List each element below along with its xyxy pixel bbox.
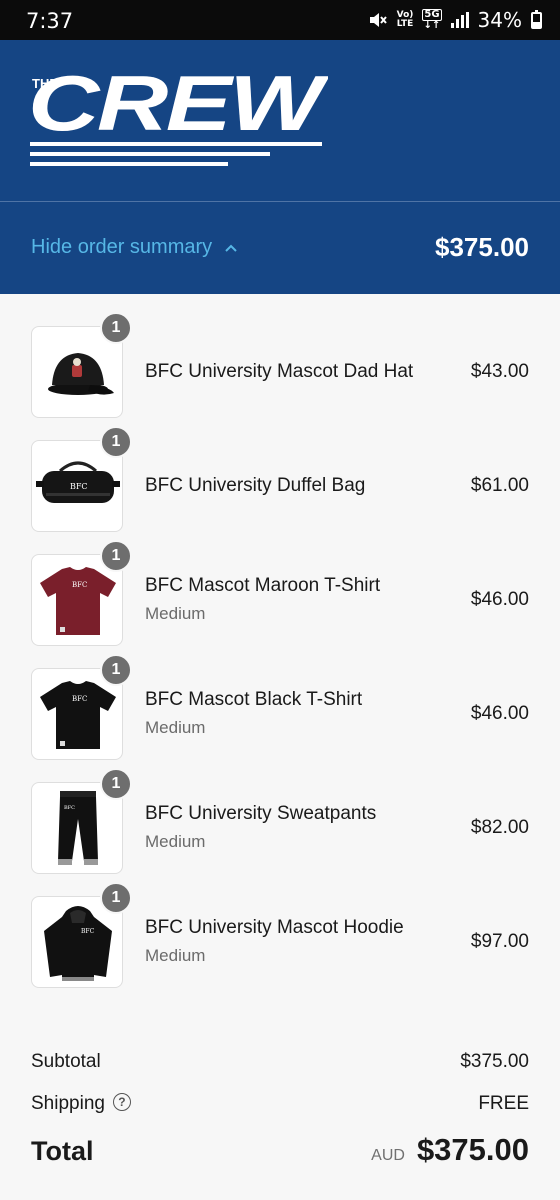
item-variant: Medium	[145, 832, 206, 851]
the-crew-logo[interactable]: THE CREW	[28, 59, 333, 179]
battery-percent: 34%	[477, 8, 522, 32]
total-amount: AUD $375.00	[371, 1132, 529, 1168]
item-price: $97.00	[470, 931, 529, 952]
battery-icon	[531, 9, 542, 29]
currency-code: AUD	[371, 1147, 405, 1164]
quantity-badge: 1	[100, 540, 132, 572]
item-name: BFC University Duffel Bag	[145, 475, 366, 496]
quantity-badge: 1	[100, 882, 132, 914]
line-item: BFC 1 BFC University Duffel Bag $61.00	[31, 426, 529, 534]
chevron-up-icon	[224, 236, 238, 259]
item-name: BFC University Sweatpants	[145, 803, 377, 824]
svg-text:CREW: CREW	[28, 62, 328, 147]
store-header: THE CREW	[0, 40, 560, 202]
order-summary-toggle-bar[interactable]: Hide order summary $375.00	[0, 202, 560, 294]
item-name: BFC University Mascot Hoodie	[145, 917, 404, 938]
line-item: BFC 1 BFC Mascot Black T-Shirt Medium $4…	[31, 654, 529, 762]
item-price: $43.00	[470, 361, 529, 382]
svg-text:BFC: BFC	[81, 928, 95, 935]
hide-order-summary-label: Hide order summary	[31, 236, 213, 258]
svg-text:BFC: BFC	[70, 482, 88, 491]
shipping-row: Shipping? FREE	[31, 1092, 529, 1115]
total-label: Total	[31, 1136, 94, 1166]
5g-icon: 5G ↓↑	[422, 9, 442, 31]
item-price: $46.00	[470, 703, 529, 724]
volte-bottom-text: LTE	[396, 19, 414, 29]
item-variant: Medium	[145, 718, 206, 737]
subtotal-label: Subtotal	[31, 1051, 101, 1072]
grand-total-value: $375.00	[416, 1132, 529, 1167]
mute-icon	[368, 10, 388, 30]
shipping-value: FREE	[478, 1093, 529, 1114]
line-item: BFC 1 BFC Mascot Maroon T-Shirt Medium $…	[31, 540, 529, 648]
svg-text:BFC: BFC	[64, 805, 75, 811]
quantity-badge: 1	[100, 312, 132, 344]
item-variant: Medium	[145, 946, 206, 965]
line-item: 1 BFC University Mascot Dad Hat $43.00	[31, 312, 529, 420]
summary-total-price: $375.00	[435, 232, 529, 262]
item-name: BFC Mascot Black T-Shirt	[145, 689, 363, 710]
item-name: BFC Mascot Maroon T-Shirt	[145, 575, 381, 596]
subtotal-row: Subtotal $375.00	[31, 1051, 529, 1073]
line-item: BFC 1 BFC University Mascot Hoodie Mediu…	[31, 882, 529, 990]
svg-text:BFC: BFC	[72, 581, 87, 589]
quantity-badge: 1	[100, 426, 132, 458]
subtotal-value: $375.00	[460, 1051, 529, 1072]
status-icons: Vo) LTE 5G ↓↑ 34%	[368, 8, 542, 32]
item-price: $61.00	[470, 475, 529, 496]
line-item: BFC 1 BFC University Sweatpants Medium $…	[31, 768, 529, 876]
hide-order-summary-button[interactable]: Hide order summary	[31, 236, 238, 259]
signal-icon	[450, 12, 469, 28]
status-time: 7:37	[26, 9, 74, 33]
quantity-badge: 1	[100, 654, 132, 686]
item-variant: Medium	[145, 604, 206, 623]
svg-text:BFC: BFC	[72, 695, 87, 703]
shipping-label: Shipping	[31, 1093, 105, 1114]
status-bar: 7:37 Vo) LTE 5G ↓↑ 34%	[0, 0, 560, 40]
quantity-badge: 1	[100, 768, 132, 800]
volte-icon: Vo) LTE	[397, 11, 414, 29]
item-name: BFC University Mascot Dad Hat	[145, 361, 414, 382]
item-price: $46.00	[470, 589, 529, 610]
item-price: $82.00	[470, 817, 529, 838]
question-mark-icon[interactable]: ?	[112, 1092, 131, 1111]
